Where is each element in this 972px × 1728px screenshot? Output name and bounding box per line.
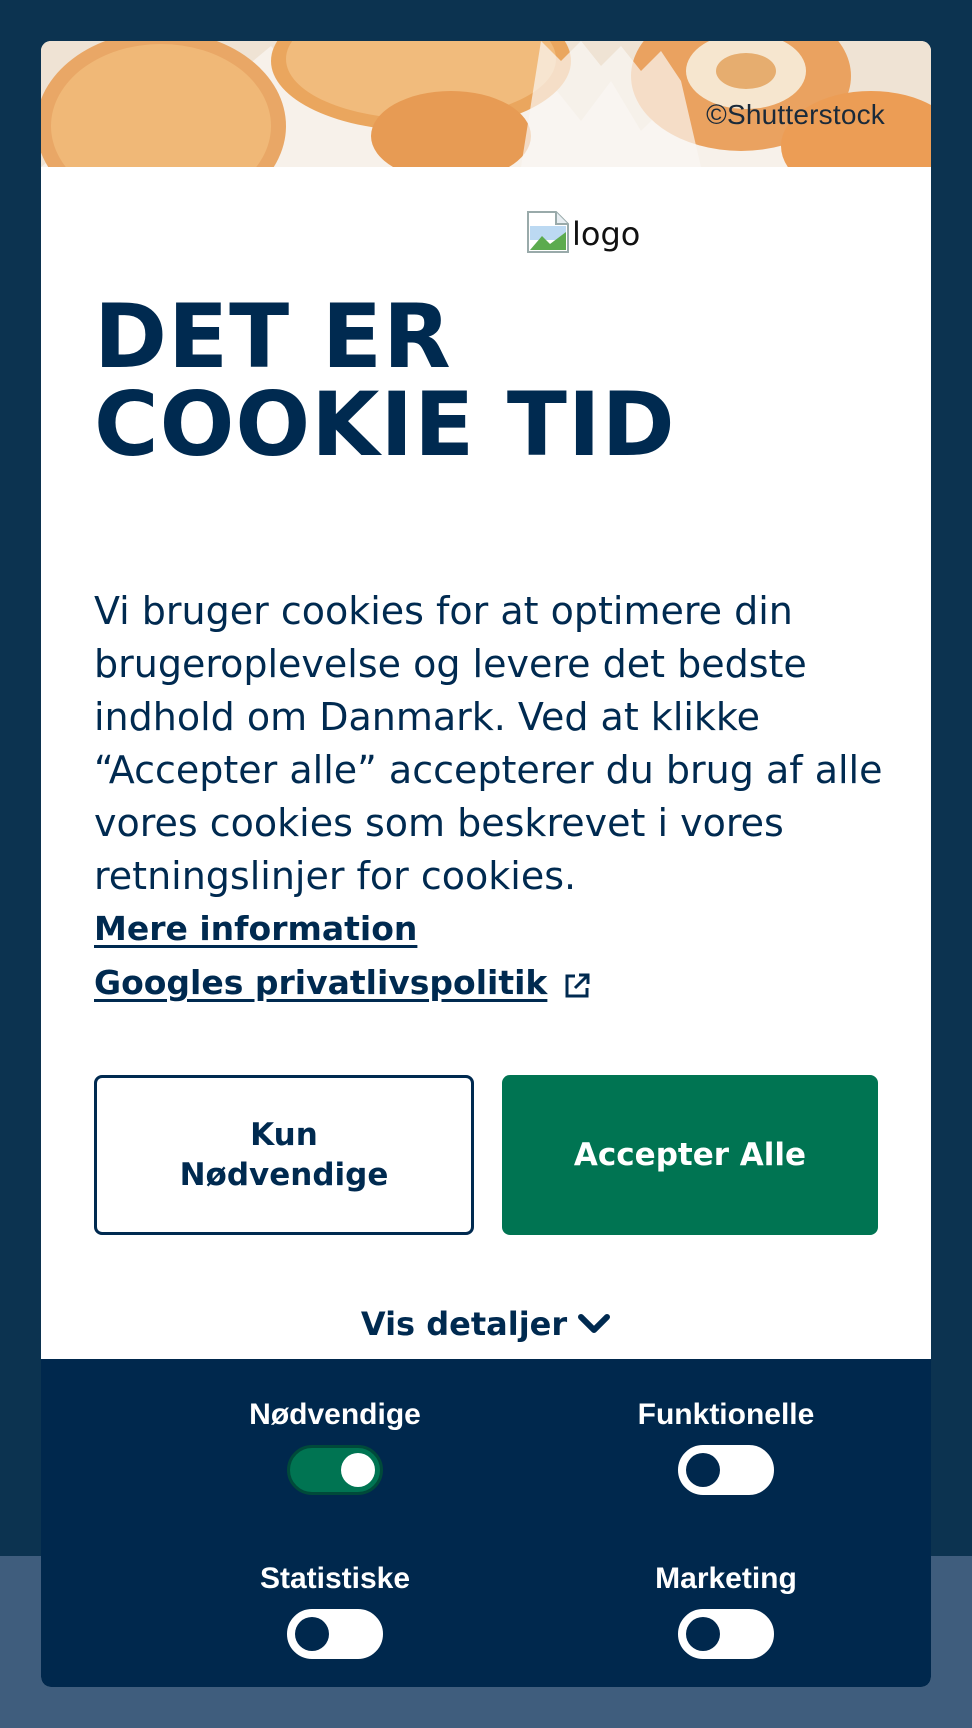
cookie-consent-dialog: ©Shutterstock logo DET ER COOKIE TID Vi … (41, 41, 931, 1687)
only-necessary-label-line-1: Kun (250, 1117, 318, 1153)
only-necessary-label: Kun Nødvendige (180, 1115, 389, 1195)
hero-image: ©Shutterstock (41, 41, 931, 167)
category-marketing-label: Marketing (655, 1562, 797, 1595)
only-necessary-button[interactable]: Kun Nødvendige (94, 1075, 474, 1235)
category-statistics-label: Statistiske (259, 1562, 411, 1595)
category-marketing-switch[interactable] (678, 1609, 774, 1659)
category-functional: Funktionelle (576, 1395, 876, 1495)
category-statistics: Statistiske (185, 1559, 485, 1659)
category-necessary-switch[interactable] (287, 1445, 383, 1495)
category-functional-switch[interactable] (678, 1445, 774, 1495)
show-details-toggle[interactable]: Vis detaljer (41, 1305, 931, 1343)
title-line-2: COOKIE TID (94, 373, 676, 476)
broken-image-icon (526, 210, 570, 254)
cookie-description: Vi bruger cookies for at optimere din br… (94, 589, 883, 898)
show-details-label: Vis detaljer (360, 1305, 568, 1343)
category-functional-label: Funktionelle (637, 1398, 815, 1431)
chevron-down-icon (578, 1314, 611, 1333)
category-necessary: Nødvendige (185, 1395, 485, 1495)
category-necessary-label: Nødvendige (249, 1398, 421, 1431)
more-information-link[interactable]: Mere information (94, 909, 417, 948)
accept-all-label: Accepter Alle (573, 1137, 807, 1173)
switch-knob (686, 1453, 720, 1487)
logo: logo (526, 206, 640, 254)
switch-knob (341, 1453, 375, 1487)
category-marketing: Marketing (576, 1559, 876, 1659)
external-link-icon (563, 969, 591, 997)
google-privacy-link-label: Googles privatlivspolitik (94, 963, 548, 1002)
page-title: DET ER COOKIE TID (94, 293, 894, 469)
only-necessary-label-line-2: Nødvendige (179, 1157, 389, 1193)
cookie-categories-panel: Nødvendige Funktionelle Statistiske Mark… (41, 1359, 931, 1687)
google-privacy-link[interactable]: Googles privatlivspolitik (94, 963, 591, 1002)
accept-all-button[interactable]: Accepter Alle (502, 1075, 878, 1235)
logo-alt-text: logo (572, 215, 641, 253)
image-credit: ©Shutterstock (706, 99, 885, 130)
switch-knob (295, 1617, 329, 1651)
category-statistics-switch[interactable] (287, 1609, 383, 1659)
switch-knob (686, 1617, 720, 1651)
